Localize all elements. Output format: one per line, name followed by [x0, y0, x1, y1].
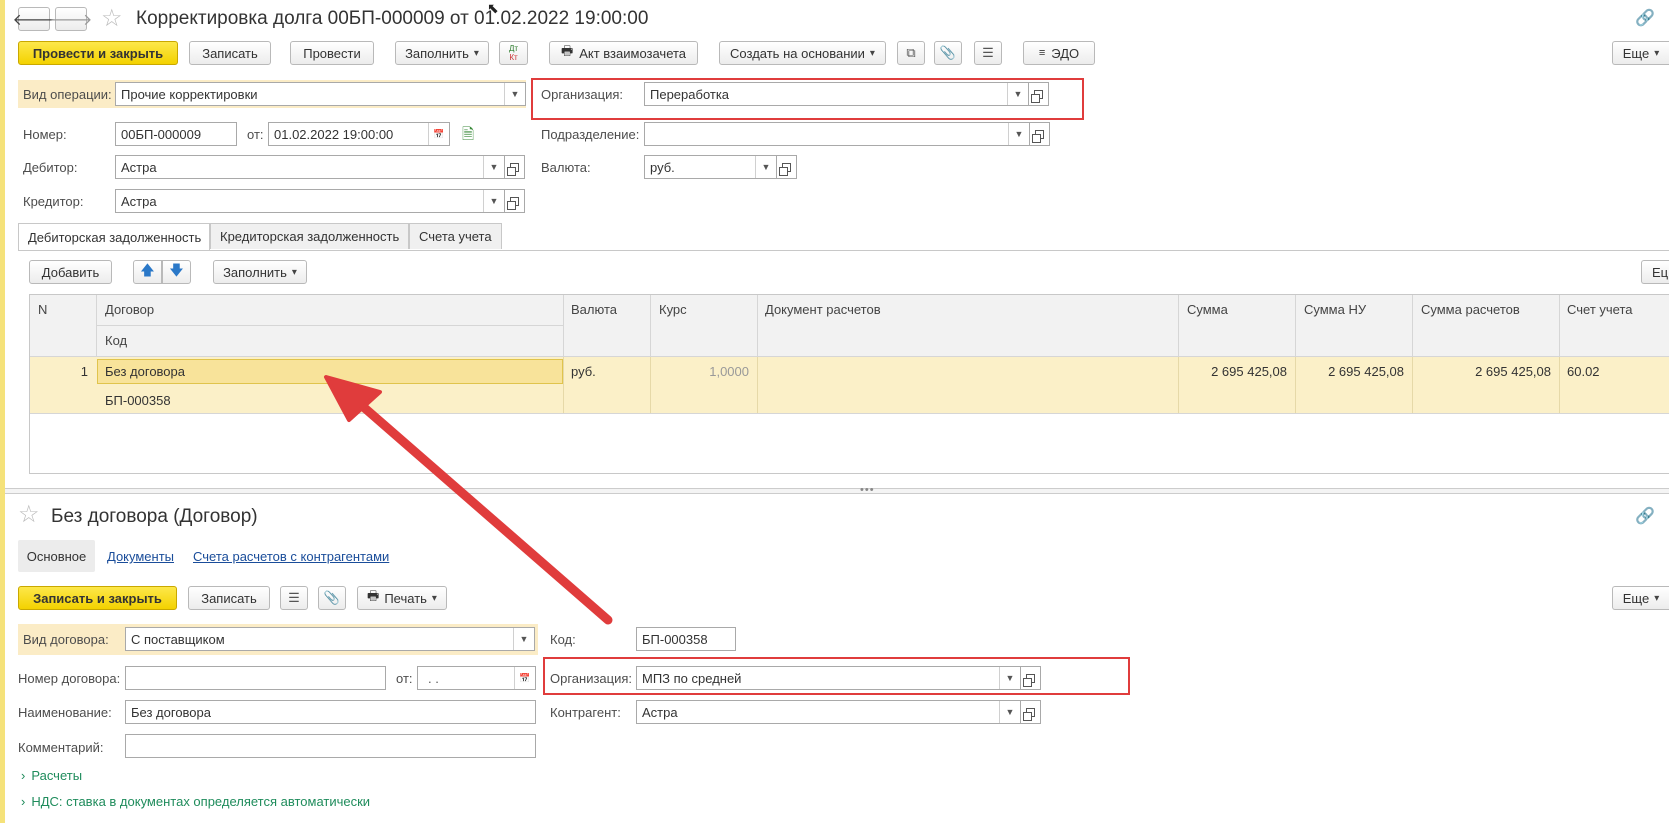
annotation-arrow	[324, 375, 613, 625]
mouse-cursor-icon: ⬉	[487, 0, 499, 16]
annotation-arrow-line	[347, 392, 613, 625]
